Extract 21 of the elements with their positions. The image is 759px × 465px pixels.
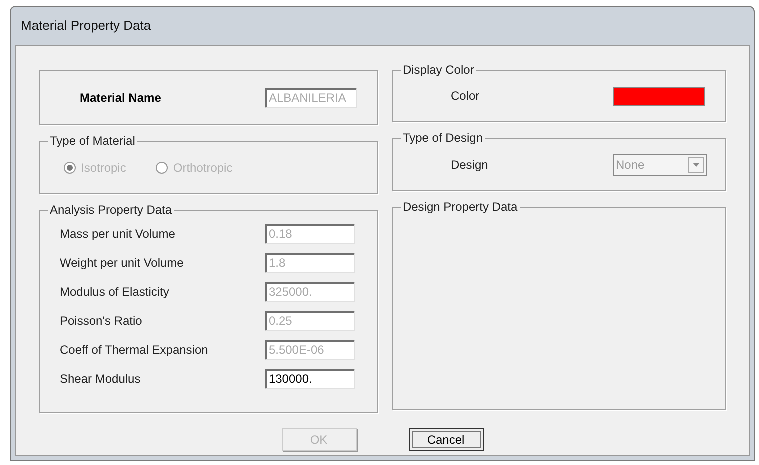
field-label: Mass per unit Volume	[60, 226, 176, 243]
group-title: Design Property Data	[400, 199, 520, 215]
group-title: Type of Design	[400, 130, 485, 146]
dialog-button[interactable]: Cancel	[408, 428, 484, 451]
group-title: Type of Material	[48, 133, 138, 149]
group-title: Analysis Property Data	[48, 202, 174, 218]
design-dropdown[interactable]: None	[613, 154, 707, 176]
color-swatch[interactable]	[613, 86, 705, 106]
field-label: Color	[450, 88, 480, 105]
field-label: Modulus of Elasticity	[60, 284, 170, 301]
text-field[interactable]: ALBANILERIA	[264, 88, 357, 108]
field-label: Poisson's Ratio	[60, 313, 142, 330]
field-label: Coeff of Thermal Expansion	[60, 342, 208, 359]
caret-icon	[688, 156, 704, 172]
text-field[interactable]: 130000.	[264, 369, 355, 389]
group-title: Display Color	[400, 62, 476, 78]
window-title: Material Property Data	[21, 17, 152, 36]
field-label: Material Name	[80, 90, 162, 106]
field-label: Design	[450, 156, 488, 174]
field-label: Weight per unit Volume	[60, 255, 184, 272]
field-label: Shear Modulus	[60, 371, 141, 388]
